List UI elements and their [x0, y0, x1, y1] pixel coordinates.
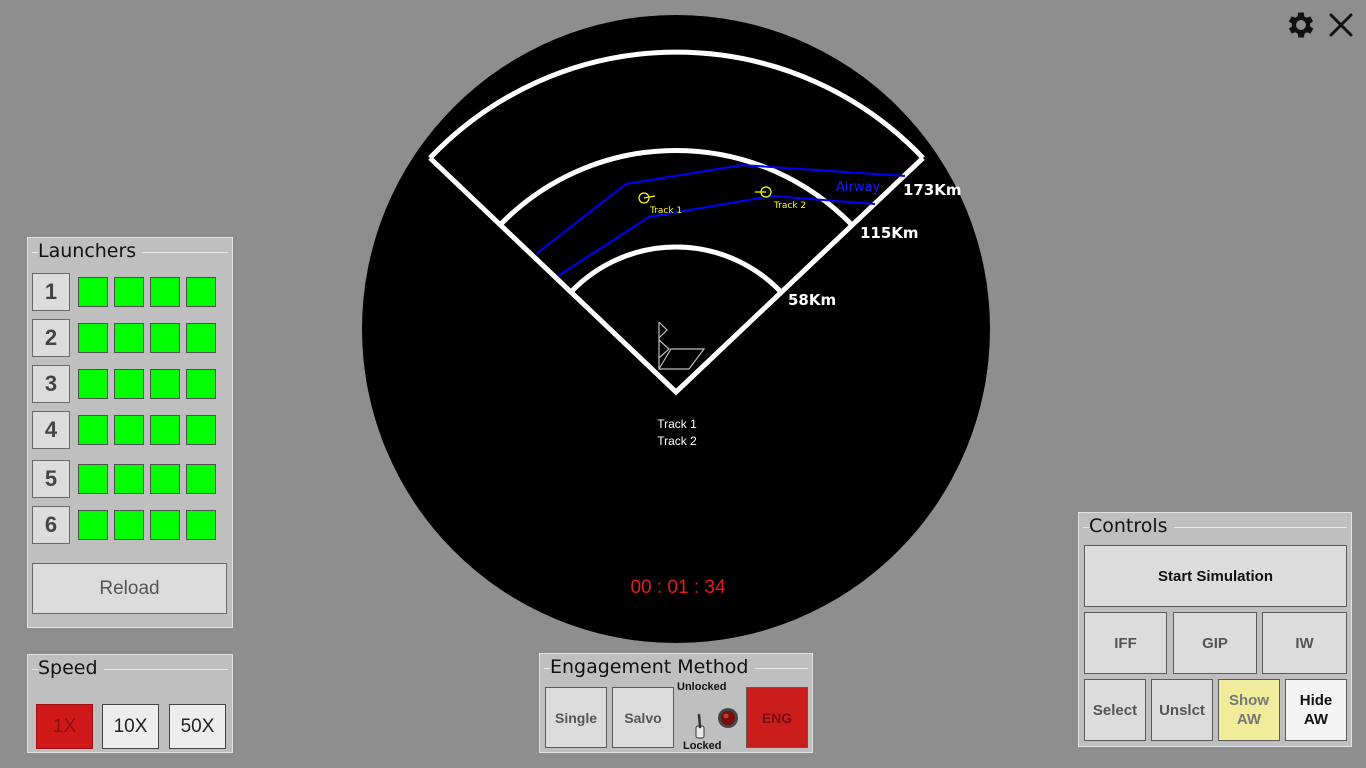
- show-airway-line1: Show: [1229, 692, 1269, 709]
- launcher-row-1: 1: [32, 273, 216, 311]
- simulation-timer: 00 : 01 : 34: [630, 577, 726, 598]
- single-button[interactable]: Single: [545, 687, 607, 748]
- track-1-label: Track 1: [649, 206, 682, 216]
- speed-title: Speed: [38, 657, 104, 679]
- controls-title: Controls: [1089, 515, 1174, 537]
- missile-cell[interactable]: [186, 415, 216, 445]
- missile-cell[interactable]: [150, 415, 180, 445]
- launcher-number-button[interactable]: 6: [32, 506, 70, 544]
- range-label-115: 115Km: [860, 224, 919, 242]
- launcher-row-3: 3: [32, 365, 216, 403]
- hide-airway-line2: AW: [1303, 711, 1329, 728]
- range-label-173: 173Km: [903, 181, 962, 199]
- launcher-row-4: 4: [32, 411, 216, 449]
- speed-50x-button[interactable]: 50X: [169, 704, 226, 749]
- engagement-method-panel: Engagement Method Single Salvo Unlocked …: [539, 653, 813, 753]
- track-2-label: Track 2: [773, 201, 806, 211]
- missile-cell[interactable]: [186, 510, 216, 540]
- launchers-title: Launchers: [38, 240, 143, 262]
- missile-cell[interactable]: [150, 464, 180, 494]
- speed-1x-button[interactable]: 1X: [36, 704, 93, 749]
- radar-scope: [362, 15, 990, 643]
- missile-cell[interactable]: [114, 369, 144, 399]
- missile-cell[interactable]: [114, 510, 144, 540]
- missile-cell[interactable]: [114, 277, 144, 307]
- missile-cell[interactable]: [78, 415, 108, 445]
- launcher-number-button[interactable]: 1: [32, 273, 70, 311]
- launcher-number-button[interactable]: 2: [32, 319, 70, 357]
- missile-cell[interactable]: [78, 323, 108, 353]
- track-list-item[interactable]: Track 2: [637, 433, 717, 450]
- missile-cell[interactable]: [78, 464, 108, 494]
- missile-cell[interactable]: [78, 510, 108, 540]
- gip-button[interactable]: GIP: [1173, 612, 1257, 674]
- hide-airway-line1: Hide: [1299, 692, 1333, 709]
- missile-cell[interactable]: [114, 415, 144, 445]
- iff-button[interactable]: IFF: [1084, 612, 1167, 674]
- range-label-58: 58Km: [788, 291, 836, 309]
- speed-10x-button[interactable]: 10X: [102, 704, 159, 749]
- missile-cell[interactable]: [150, 323, 180, 353]
- launcher-number-button[interactable]: 5: [32, 460, 70, 498]
- status-light-icon: [718, 708, 738, 728]
- airway-label: Airway: [836, 180, 880, 195]
- missile-cell[interactable]: [78, 277, 108, 307]
- missile-cell[interactable]: [114, 323, 144, 353]
- controls-panel: Controls Start Simulation IFF GIP IW Sel…: [1078, 512, 1352, 747]
- launcher-number-button[interactable]: 3: [32, 365, 70, 403]
- missile-cell[interactable]: [150, 277, 180, 307]
- speed-panel: Speed 1X 10X 50X: [27, 654, 233, 753]
- missile-cell[interactable]: [150, 369, 180, 399]
- missile-cell[interactable]: [186, 277, 216, 307]
- show-airway-button[interactable]: Show AW: [1218, 679, 1280, 741]
- iw-button[interactable]: IW: [1262, 612, 1347, 674]
- reload-button[interactable]: Reload: [32, 563, 227, 614]
- launcher-row-5: 5: [32, 460, 216, 498]
- unselect-button[interactable]: Unslct: [1151, 679, 1213, 741]
- select-button[interactable]: Select: [1084, 679, 1146, 741]
- missile-cell[interactable]: [114, 464, 144, 494]
- start-simulation-button[interactable]: Start Simulation: [1084, 545, 1347, 607]
- launcher-row-2: 2: [32, 319, 216, 357]
- missile-cell[interactable]: [186, 323, 216, 353]
- launchers-panel: Launchers 1 2 3 4 5 6 Reload: [27, 237, 233, 628]
- missile-cell[interactable]: [78, 369, 108, 399]
- track-list: Track 1 Track 2: [637, 416, 717, 450]
- missile-cell[interactable]: [150, 510, 180, 540]
- salvo-button[interactable]: Salvo: [612, 687, 674, 748]
- lock-toggle-switch-icon[interactable]: [692, 712, 708, 740]
- locked-label: Locked: [683, 740, 722, 752]
- show-airway-line2: AW: [1236, 711, 1262, 728]
- track-list-item[interactable]: Track 1: [637, 416, 717, 433]
- missile-cell[interactable]: [186, 369, 216, 399]
- unlocked-label: Unlocked: [677, 681, 727, 693]
- launcher-number-button[interactable]: 4: [32, 411, 70, 449]
- engage-button[interactable]: ENG: [746, 687, 808, 748]
- launcher-row-6: 6: [32, 506, 216, 544]
- engagement-title: Engagement Method: [550, 656, 755, 678]
- hide-airway-button[interactable]: Hide AW: [1285, 679, 1347, 741]
- missile-cell[interactable]: [186, 464, 216, 494]
